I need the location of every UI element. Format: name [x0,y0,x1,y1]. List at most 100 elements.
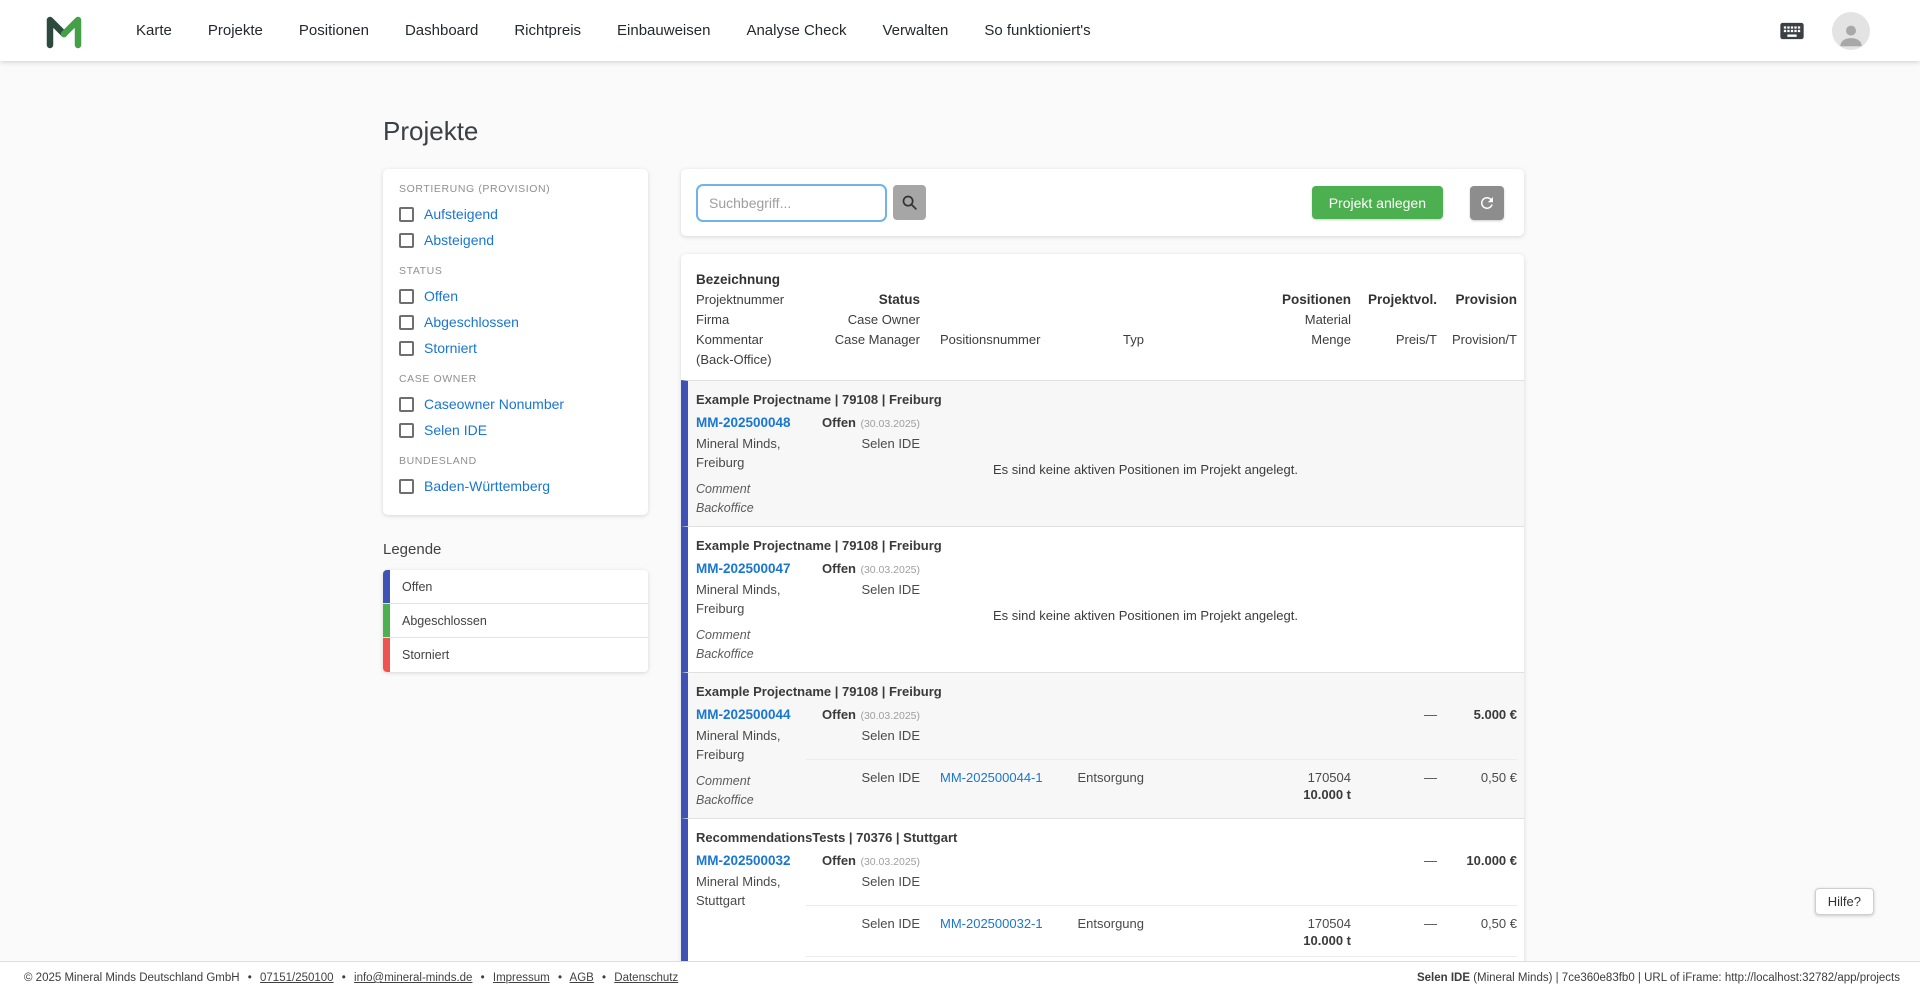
col-bezeichnung: Bezeichnung [696,272,781,287]
checkbox-icon[interactable] [399,314,414,330]
project-title: Example Projectname | 79108 | Freiburg [696,538,942,553]
filter-item-aufsteigend[interactable]: Aufsteigend [399,201,632,227]
project-title: Example Projectname | 79108 | Freiburg [696,684,942,699]
mineral-minds-logo[interactable] [44,11,84,51]
filter-item-storniert[interactable]: Storniert [399,335,632,361]
filter-label: Aufsteigend [424,206,498,222]
col-kommentar: Kommentar [696,332,764,347]
filter-item-baden-wuerttemberg[interactable]: Baden-Württemberg [399,473,632,499]
search-input[interactable] [696,183,887,222]
refresh-icon [1481,196,1493,209]
checkbox-icon[interactable] [399,206,414,222]
filter-item-abgeschlossen[interactable]: Abgeschlossen [399,309,632,335]
project-status: Offen (30.03.2025) Selen IDE [806,560,920,599]
filter-item-selen-ide[interactable]: Selen IDE [399,417,632,443]
legend: Offen Abgeschlossen Storniert [383,570,648,672]
refresh-button[interactable] [1470,185,1504,220]
legend-color-storniert [383,638,390,672]
project-number-link[interactable]: MM-202500032 [696,852,806,869]
nav-item-projekte[interactable]: Projekte [208,22,263,39]
project-number-link[interactable]: MM-202500047 [696,560,806,577]
nav-item-karte[interactable]: Karte [136,22,172,39]
filter-item-offen[interactable]: Offen [399,283,632,309]
footer: © 2025 Mineral Minds Deutschland GmbH • … [0,961,1920,994]
project-preis: — [1424,707,1437,722]
status-label: Offen [822,561,856,576]
checkbox-icon[interactable] [399,288,414,304]
filter-section-sortierung: SORTIERUNG (PROVISION) Aufsteigend Abste… [399,183,632,253]
status-date: (30.03.2025) [860,564,920,576]
project-info: MM-202500044 Mineral Minds, Freiburg Com… [696,706,806,810]
project-provision: 5.000 € [1473,707,1517,722]
footer-user: Selen IDE [1416,972,1470,984]
nav-item-analyse-check[interactable]: Analyse Check [746,22,846,39]
legend-item-abgeschlossen: Abgeschlossen [383,604,648,638]
checkbox-icon[interactable] [399,478,414,494]
project-number-link[interactable]: MM-202500044 [696,706,806,723]
checkbox-icon[interactable] [399,232,414,248]
position-provision: 0,50 € [1480,916,1517,931]
avatar[interactable] [1832,11,1870,50]
legend-label: Offen [402,579,433,594]
col-preis-t: Preis/T [1395,332,1437,347]
material-number: 170504 [1307,916,1351,931]
project-row: Example Projectname | 79108 | Freiburg M… [681,672,1524,818]
footer-datenschutz-link[interactable]: Datenschutz [614,972,678,984]
filter-label: Absteigend [424,232,495,248]
filter-section-status: STATUS Offen Abgeschlossen Storniert [399,265,632,361]
project-row: Example Projectname | 79108 | Freiburg M… [681,380,1524,526]
position-row: Selen IDE MM-202500044-1 Entsorgung 1705… [806,759,1517,810]
project-preis: — [1424,853,1437,868]
nav-item-einbauweisen[interactable]: Einbauweisen [617,22,710,39]
position-number-link[interactable]: MM-202500044-1 [940,769,1050,803]
footer-email-link[interactable]: info@mineral-minds.de [354,972,472,984]
search-button[interactable] [893,185,926,220]
checkbox-icon[interactable] [399,396,414,412]
position-number-link[interactable]: MM-202500032-1 [940,915,1050,949]
status-label: Offen [822,707,856,722]
col-material: Material [1304,312,1351,327]
footer-separator: • [480,972,485,984]
project-company: Mineral Minds, [696,728,781,743]
filter-label: Selen IDE [424,422,488,438]
position-provision: 0,50 € [1480,770,1517,785]
keyboard-button[interactable] [1778,17,1806,45]
filter-item-absteigend[interactable]: Absteigend [399,227,632,253]
nav-item-richtpreis[interactable]: Richtpreis [514,22,581,39]
legend-title: Legende [383,541,442,558]
checkbox-icon[interactable] [399,422,414,438]
case-owner: Selen IDE [861,728,920,743]
filter-section-title: CASE OWNER [399,373,477,385]
project-status: Offen (30.03.2025) Selen IDE [806,414,920,453]
case-owner: Selen IDE [861,582,920,597]
footer-agb-link[interactable]: AGB [570,972,594,984]
legend-item-storniert: Storniert [383,638,648,672]
footer-phone-link[interactable]: 07151/250100 [260,972,334,984]
nav-item-dashboard[interactable]: Dashboard [405,22,478,39]
project-title: Example Projectname | 79108 | Freiburg [696,392,942,407]
project-info: MM-202500032 Mineral Minds, Stuttgart [696,852,806,961]
position-typ: Entsorgung [1077,770,1145,785]
filter-sidebar: SORTIERUNG (PROVISION) Aufsteigend Abste… [383,169,648,672]
position-case-manager: Selen IDE [861,916,920,931]
nav-item-so-funktionierts[interactable]: So funktioniert's [984,22,1090,39]
filter-section-title: BUNDESLAND [399,455,477,467]
legend-label: Abgeschlossen [402,613,487,628]
navbar: Karte Projekte Positionen Dashboard Rich… [0,0,1920,61]
nav-item-positionen[interactable]: Positionen [299,22,369,39]
footer-impressum-link[interactable]: Impressum [493,972,550,984]
filter-label: Offen [424,288,458,304]
create-project-button[interactable]: Projekt anlegen [1311,186,1443,219]
col-positionsnummer: Positionsnummer [940,332,1041,347]
project-info: MM-202500048 Mineral Minds, Freiburg Com… [696,414,806,518]
col-status: Status [878,292,920,307]
project-number-link[interactable]: MM-202500048 [696,414,806,431]
footer-session-details: (Mineral Minds) | 7ce360e83fb0 | URL of … [1470,972,1900,984]
filter-section-bundesland: BUNDESLAND Baden-Württemberg [399,455,632,499]
nav-item-verwalten[interactable]: Verwalten [883,22,949,39]
project-company: Mineral Minds, [696,436,781,451]
project-row: RecommendationsTests | 70376 | Stuttgart… [681,818,1524,961]
help-button[interactable]: Hilfe? [1814,888,1874,915]
filter-item-caseowner-nonumber[interactable]: Caseowner Nonumber [399,391,632,417]
checkbox-icon[interactable] [399,340,414,356]
